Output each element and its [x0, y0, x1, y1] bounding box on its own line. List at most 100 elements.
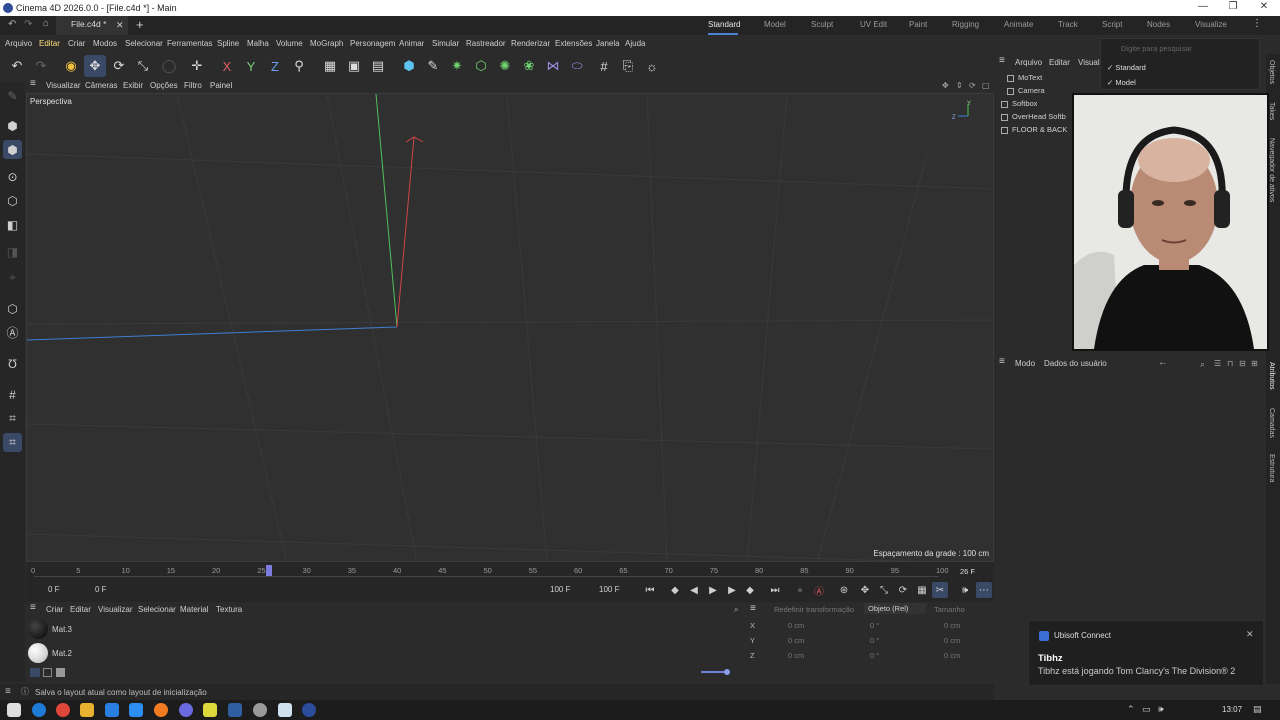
close-tab-icon[interactable]: ✕: [116, 20, 124, 31]
axis-tool-icon[interactable]: ✛: [186, 55, 208, 77]
layout-option-standard[interactable]: ✓ Standard: [1107, 63, 1146, 72]
sticky-notes-icon[interactable]: [203, 703, 217, 717]
menu-volume[interactable]: Volume: [276, 39, 303, 48]
menu-arquivo[interactable]: Arquivo: [5, 39, 32, 48]
menu-extensoes[interactable]: Extensões: [555, 39, 592, 48]
undo-history-icon[interactable]: ↶: [8, 19, 16, 30]
render-to-picture-viewer-icon[interactable]: ▣: [343, 55, 365, 77]
rotation-key-icon[interactable]: ⟳: [895, 582, 911, 598]
viewport-menu-painel[interactable]: Painel: [210, 81, 232, 90]
speaker-icon[interactable]: 🕪: [1158, 704, 1164, 715]
new-tab-button[interactable]: +: [136, 17, 144, 32]
cloner-icon[interactable]: ✺: [494, 55, 516, 77]
workplane-icon[interactable]: #: [3, 385, 22, 404]
rotation-z-field[interactable]: 0 °: [870, 651, 879, 660]
layout-search-input[interactable]: Digite para pesquisar: [1121, 44, 1192, 53]
go-to-end-icon[interactable]: ⏭: [767, 582, 783, 598]
sound-icon[interactable]: 🕪: [957, 582, 973, 598]
pan-view-icon[interactable]: ✥: [942, 81, 949, 90]
maximize-view-icon[interactable]: ▢: [982, 81, 990, 90]
discord-icon[interactable]: [179, 703, 193, 717]
object-row-softbox[interactable]: Softbox: [1001, 99, 1037, 108]
layout-option-model[interactable]: ✓ Model: [1107, 78, 1136, 87]
layout-tab-track[interactable]: Track: [1058, 20, 1078, 29]
menu-editar[interactable]: Editar: [39, 39, 60, 48]
record-icon[interactable]: ●: [792, 582, 808, 598]
generator-icon[interactable]: ✷: [446, 55, 468, 77]
size-z-field[interactable]: 0 cm: [944, 651, 960, 660]
menu-animar[interactable]: Animar: [399, 39, 424, 48]
hamburger-icon[interactable]: ≡: [750, 603, 756, 614]
close-window-icon[interactable]: ✕: [1249, 1, 1279, 15]
field-icon[interactable]: ⬭: [566, 55, 588, 77]
coordinate-mode-select[interactable]: Objeto (Rel): [864, 603, 926, 614]
menu-rastreador[interactable]: Rastreador: [466, 39, 506, 48]
redo-icon[interactable]: ↷: [30, 55, 52, 77]
attribute-menu-user-data[interactable]: Dados do usuário: [1044, 359, 1107, 368]
material-menu-editar[interactable]: Editar: [70, 605, 91, 614]
size-x-field[interactable]: 0 cm: [944, 621, 960, 630]
timeline-ruler[interactable]: [34, 576, 939, 577]
object-row-motext[interactable]: MoText: [1007, 73, 1042, 82]
material-menu-material[interactable]: Material: [180, 605, 208, 614]
menu-ferramentas[interactable]: Ferramentas: [167, 39, 212, 48]
object-row-camera[interactable]: Camera: [1007, 86, 1045, 95]
chrome-icon[interactable]: [56, 703, 70, 717]
cinema4d-taskbar-icon[interactable]: [302, 703, 316, 717]
pen-spline-icon[interactable]: ✎: [422, 55, 444, 77]
layout-tab-standard[interactable]: Standard: [708, 20, 740, 29]
parameter-key-icon[interactable]: ▦: [914, 582, 930, 598]
hamburger-icon[interactable]: ≡: [30, 602, 36, 613]
magnet-icon[interactable]: Ʊ: [3, 354, 22, 373]
previous-frame-icon[interactable]: ◀: [686, 582, 702, 598]
notification-center-icon[interactable]: ▤: [1253, 704, 1262, 715]
attribute-menu-modo[interactable]: Modo: [1015, 359, 1035, 368]
hamburger-icon[interactable]: ≡: [999, 55, 1005, 66]
position-y-field[interactable]: 0 cm: [788, 636, 804, 645]
layout-tab-sculpt[interactable]: Sculpt: [811, 20, 833, 29]
uv-mode-icon[interactable]: ◨: [3, 242, 22, 261]
edges-mode-icon[interactable]: ⬡: [3, 191, 22, 210]
object-menu-visual[interactable]: Visual: [1078, 58, 1100, 67]
layout-tab-paint[interactable]: Paint: [909, 20, 927, 29]
maximize-icon[interactable]: ❐: [1218, 1, 1248, 15]
mail-icon[interactable]: [129, 703, 143, 717]
notepad-icon[interactable]: [278, 703, 292, 717]
position-x-field[interactable]: 0 cm: [788, 621, 804, 630]
render-view-icon[interactable]: ▦: [319, 55, 341, 77]
network-icon[interactable]: ▭: [1142, 704, 1151, 715]
slider-handle[interactable]: [724, 669, 730, 675]
layout-tab-uv-edit[interactable]: UV Edit: [860, 20, 887, 29]
layout-tab-script[interactable]: Script: [1102, 20, 1122, 29]
scale-key-icon[interactable]: ⤡: [876, 582, 892, 598]
menu-personagem[interactable]: Personagem: [350, 39, 395, 48]
position-key-icon[interactable]: ✥: [857, 582, 873, 598]
store-icon[interactable]: [105, 703, 119, 717]
layout-tab-animate[interactable]: Animate: [1004, 20, 1033, 29]
back-arrow-icon[interactable]: ←: [1158, 357, 1168, 368]
layout-tab-rigging[interactable]: Rigging: [952, 20, 979, 29]
layout-tab-model[interactable]: Model: [764, 20, 786, 29]
texture-mode-icon[interactable]: Ⓐ: [3, 323, 22, 342]
z-axis-lock-icon[interactable]: Z: [264, 55, 286, 77]
redo-history-icon[interactable]: ↷: [24, 19, 32, 30]
undo-icon[interactable]: ↶: [6, 55, 28, 77]
menu-criar[interactable]: Criar: [68, 39, 85, 48]
model-mode-icon[interactable]: ⬢: [3, 116, 22, 135]
position-z-field[interactable]: 0 cm: [788, 651, 804, 660]
obs-icon[interactable]: [253, 703, 267, 717]
notification-toast[interactable]: Ubisoft Connect ✕ Tibhz Tibhz está jogan…: [1028, 620, 1264, 686]
y-axis-lock-icon[interactable]: Y: [240, 55, 262, 77]
material-menu-visualizar[interactable]: Visualizar: [98, 605, 133, 614]
dolly-view-icon[interactable]: ⇕: [956, 81, 963, 90]
next-frame-icon[interactable]: ▶: [724, 582, 740, 598]
preview-start-field[interactable]: 0 F: [95, 585, 107, 594]
viewport-menu-filtro[interactable]: Filtro: [184, 81, 202, 90]
layout-tab-visualize[interactable]: Visualize: [1195, 20, 1227, 29]
side-tab-objetos[interactable]: Objetos: [1268, 60, 1275, 84]
current-frame-field[interactable]: 26 F: [960, 567, 975, 576]
object-menu-editar[interactable]: Editar: [1049, 58, 1070, 67]
coordinate-system-icon[interactable]: ⚲: [288, 55, 310, 77]
size-y-field[interactable]: 0 cm: [944, 636, 960, 645]
filter-icon[interactable]: ☰: [1214, 359, 1221, 368]
